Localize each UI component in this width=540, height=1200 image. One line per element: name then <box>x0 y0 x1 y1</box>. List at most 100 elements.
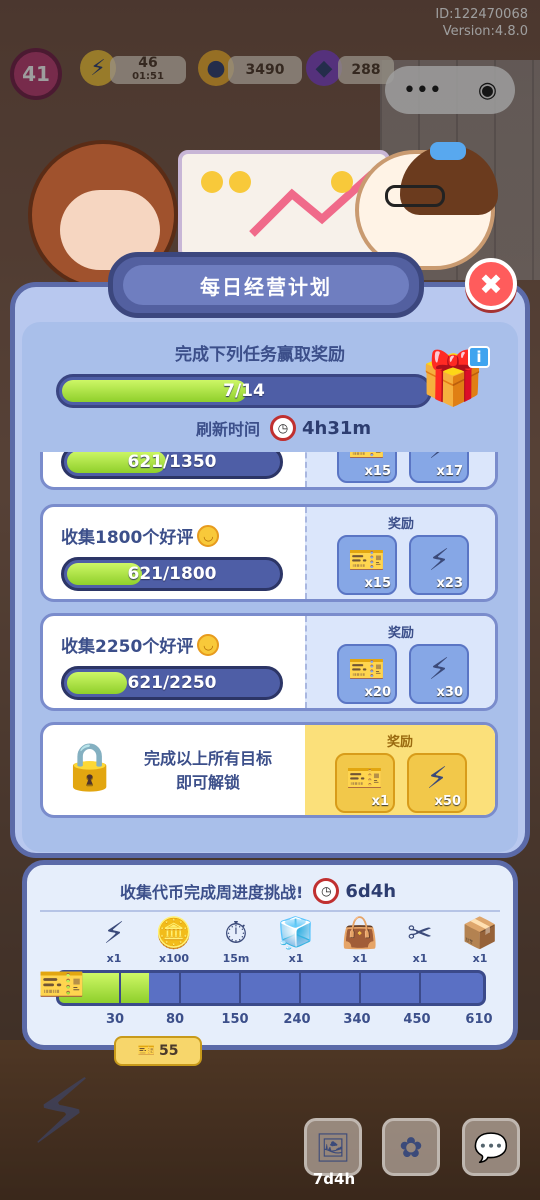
smile-review-icon: ◡ <box>197 524 220 547</box>
task-info: 621/1350 <box>43 452 305 487</box>
reward-count: x17 <box>436 464 463 479</box>
reward-count: x50 <box>434 794 461 809</box>
reward-ticket[interactable]: 🎫 x20 <box>337 644 397 704</box>
coins-icon: 🪙 <box>155 916 193 951</box>
progress-segment-divider <box>239 973 241 1003</box>
progress-segment-divider <box>419 973 421 1003</box>
lightning-icon: ⚡ <box>103 916 125 951</box>
milestone-reward[interactable]: ✂ x1 <box>390 916 450 965</box>
ticket-icon: 🎫 <box>346 761 384 796</box>
weekly-title-row: 收集代币完成周进度挑战! ◷ 6d4h <box>120 878 396 904</box>
stopwatch-icon: ⏱ <box>224 916 248 951</box>
reward-count: x1 <box>371 794 389 809</box>
glasses-icon <box>385 185 445 207</box>
reward-ticket[interactable]: 🎫 x15 <box>337 452 397 483</box>
refresh-label: 刷新时间 <box>196 420 261 439</box>
lightning-icon: ⚡ <box>428 652 450 687</box>
task-list[interactable]: 621/1350 🎫 x15 ⚡ x17 收集1800个好评 ◡ 621/180… <box>40 452 502 822</box>
chat-button[interactable]: 💬 <box>462 1118 520 1176</box>
panel-title: 每日经营计划 <box>123 265 409 305</box>
daily-progress-text: 7/14 <box>223 381 265 401</box>
milestone-qty: x1 <box>352 952 368 965</box>
refresh-timer: 4h31m <box>302 417 372 439</box>
lightning-icon: ⚡ <box>428 543 450 578</box>
lock-icon: 🔒 <box>61 739 119 793</box>
milestone-reward[interactable]: 🧊 x1 <box>266 916 326 965</box>
task-rewards: 奖励 🎫 x15 ⚡ x23 <box>305 507 495 599</box>
weekly-timer: 6d4h <box>345 880 397 902</box>
reward-count: x30 <box>436 685 463 700</box>
info-icon[interactable]: i <box>468 346 490 368</box>
task-info: 收集1800个好评 ◡ 621/1800 <box>43 507 305 599</box>
album-button[interactable]: 🖼 <box>304 1118 362 1176</box>
reward-lightning[interactable]: ⚡ x30 <box>409 644 469 704</box>
task-title: 收集2250个好评 ◡ <box>61 632 220 657</box>
box-icon: 📦 <box>461 916 499 951</box>
ticket-icon: 🎫 <box>38 962 86 1006</box>
event-timer: 7d4h <box>312 1170 356 1188</box>
milestone-qty: x1 <box>288 952 304 965</box>
bow-icon <box>430 142 466 160</box>
milestone-threshold: 240 <box>283 1012 311 1027</box>
milestone-reward[interactable]: 📦 x1 <box>450 916 510 965</box>
ticket-icon: 🎫 <box>137 1043 155 1059</box>
milestone-threshold: 30 <box>105 1012 125 1027</box>
final-reward-row: 🔒 完成以上所有目标 即可解锁 奖励 🎫 x1 ⚡ x50 <box>40 722 498 818</box>
reward-count: x15 <box>364 464 391 479</box>
scissors-icon: ✂ <box>407 916 433 951</box>
milestone-threshold: 610 <box>465 1012 493 1027</box>
task-row: 收集2250个好评 ◡ 621/2250 奖励 🎫 x20 ⚡ x30 <box>40 613 498 711</box>
milestone-threshold: 450 <box>403 1012 431 1027</box>
task-progress-text: 621/2250 <box>127 673 217 693</box>
reward-count: x15 <box>364 576 391 591</box>
milestone-qty: x1 <box>106 952 122 965</box>
task-title-text: 收集2250个好评 <box>61 637 194 657</box>
reward-lightning[interactable]: ⚡ x23 <box>409 535 469 595</box>
milestone-threshold: 80 <box>165 1012 185 1027</box>
weekly-title: 收集代币完成周进度挑战! <box>120 883 304 902</box>
reward-lightning[interactable]: ⚡ x50 <box>407 753 467 813</box>
reward-count: x20 <box>364 685 391 700</box>
clock-icon: ◷ <box>270 415 297 441</box>
task-row: 621/1350 🎫 x15 ⚡ x17 <box>40 452 498 490</box>
milestone-qty: 15m <box>222 952 250 965</box>
milestone-threshold: 340 <box>343 1012 371 1027</box>
milestone-reward[interactable]: ⏱ 15m <box>206 916 266 965</box>
task-progress-bar: 621/1350 <box>61 452 283 479</box>
weekly-progress-bar <box>56 970 486 1006</box>
close-button[interactable]: ✖ <box>465 258 517 310</box>
reward-ticket[interactable]: 🎫 x15 <box>337 535 397 595</box>
final-text-line2: 即可解锁 <box>175 773 240 792</box>
reward-label: 奖励 <box>387 517 414 532</box>
cube-icon: 🧊 <box>277 916 315 951</box>
reward-label: 奖励 <box>387 626 414 641</box>
milestone-threshold: 150 <box>221 1012 249 1027</box>
lightning-icon: ⚡ <box>30 1060 94 1165</box>
final-reward-text: 完成以上所有目标 即可解锁 <box>123 747 293 795</box>
panel-subtitle: 完成下列任务赢取奖励 <box>175 345 345 365</box>
flower-button[interactable]: ✿ <box>382 1118 440 1176</box>
ticket-icon: 🎫 <box>348 652 386 687</box>
task-info: 收集2250个好评 ◡ 621/2250 <box>43 616 305 708</box>
task-title: 收集1800个好评 ◡ <box>61 523 220 548</box>
final-text-line1: 完成以上所有目标 <box>143 749 272 768</box>
reward-ticket[interactable]: 🎫 x1 <box>335 753 395 813</box>
milestone-reward[interactable]: ⚡ x1 <box>84 916 144 965</box>
milestone-reward[interactable]: 🪙 x100 <box>144 916 204 965</box>
task-rewards: 奖励 🎫 x20 ⚡ x30 <box>305 616 495 708</box>
milestone-qty: x1 <box>412 952 428 965</box>
milestone-qty: x100 <box>158 952 190 965</box>
clock-icon: ◷ <box>313 878 340 904</box>
bag-icon: 👜 <box>341 916 379 951</box>
my-points-badge: 🎫 55 <box>114 1036 202 1066</box>
task-rewards: 🎫 x15 ⚡ x17 <box>305 452 495 487</box>
milestone-reward[interactable]: 👜 x1 <box>330 916 390 965</box>
progress-segment-divider <box>179 973 181 1003</box>
panel-title-bar: 每日经营计划 <box>108 252 424 318</box>
lightning-icon: ⚡ <box>426 761 448 796</box>
reward-count: x23 <box>436 576 463 591</box>
task-progress-bar: 621/1800 <box>61 557 283 591</box>
refresh-row: 刷新时间 ◷ 4h31m <box>196 412 371 444</box>
reward-lightning[interactable]: ⚡ x17 <box>409 452 469 483</box>
daily-progress-bar: 7/14 <box>56 374 432 408</box>
